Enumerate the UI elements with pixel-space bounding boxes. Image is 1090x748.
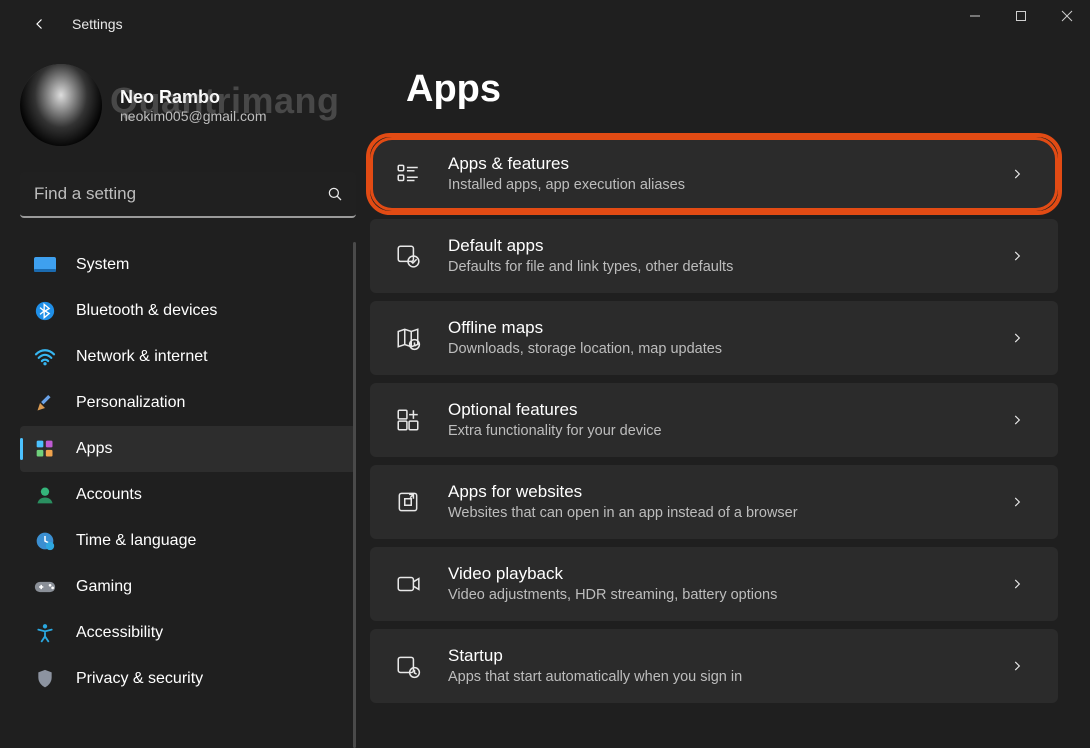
- window-controls: [952, 0, 1090, 32]
- chevron-right-icon: [1004, 653, 1030, 679]
- gaming-icon: [34, 576, 56, 598]
- apps-features-icon: [394, 160, 422, 188]
- main: Apps Apps & featuresInstalled apps, app …: [370, 48, 1090, 748]
- settings-item-apps-for-websites[interactable]: Apps for websitesWebsites that can open …: [370, 465, 1058, 539]
- sidebar-item-label: System: [76, 256, 129, 274]
- minimize-icon: [969, 10, 981, 22]
- chevron-right-icon: [1004, 571, 1030, 597]
- sidebar-item-label: Accessibility: [76, 624, 163, 642]
- search-input[interactable]: [32, 183, 326, 205]
- sidebar-item-time-language[interactable]: Time & language: [20, 518, 356, 564]
- settings-item-subtitle: Websites that can open in an app instead…: [448, 503, 978, 523]
- chevron-right-icon: [1004, 325, 1030, 351]
- sidebar-item-network-internet[interactable]: Network & internet: [20, 334, 356, 380]
- sidebar-scrollbar[interactable]: [353, 242, 356, 748]
- settings-item-title: Offline maps: [448, 317, 978, 339]
- app-title: Settings: [72, 16, 123, 32]
- sidebar-item-label: Gaming: [76, 578, 132, 596]
- profile[interactable]: Quantrimang Neo Rambo neokim005@gmail.co…: [20, 64, 356, 146]
- sidebar-item-apps[interactable]: Apps: [20, 426, 356, 472]
- settings-cards: Apps & featuresInstalled apps, app execu…: [370, 137, 1058, 707]
- settings-item-title: Startup: [448, 645, 978, 667]
- startup-icon: [394, 652, 422, 680]
- sidebar-item-label: Privacy & security: [76, 670, 203, 688]
- sidebar-item-label: Network & internet: [76, 348, 208, 366]
- page-title: Apps: [406, 68, 1058, 111]
- user-block: Neo Rambo neokim005@gmail.com: [120, 86, 356, 124]
- settings-item-title: Apps for websites: [448, 481, 978, 503]
- user-email: neokim005@gmail.com: [120, 108, 356, 124]
- settings-item-apps-features[interactable]: Apps & featuresInstalled apps, app execu…: [370, 137, 1058, 211]
- sidebar-item-personalization[interactable]: Personalization: [20, 380, 356, 426]
- chevron-right-icon: [1004, 243, 1030, 269]
- nav-wrap: System Bluetooth & devices Network & inter…: [20, 242, 356, 748]
- sidebar-item-label: Time & language: [76, 532, 196, 550]
- sidebar-item-privacy-security[interactable]: Privacy & security: [20, 656, 356, 702]
- user-name: Neo Rambo: [120, 86, 356, 108]
- settings-item-video-playback[interactable]: Video playbackVideo adjustments, HDR str…: [370, 547, 1058, 621]
- minimize-button[interactable]: [952, 0, 998, 32]
- back-arrow-icon: [31, 15, 49, 33]
- chevron-right-icon: [1004, 407, 1030, 433]
- settings-item-startup[interactable]: StartupApps that start automatically whe…: [370, 629, 1058, 703]
- settings-item-title: Default apps: [448, 235, 978, 257]
- offline-maps-icon: [394, 324, 422, 352]
- sidebar-item-label: Apps: [76, 440, 112, 458]
- sidebar-item-label: Bluetooth & devices: [76, 302, 217, 320]
- apps-websites-icon: [394, 488, 422, 516]
- accounts-icon: [34, 484, 56, 506]
- settings-item-optional-features[interactable]: Optional featuresExtra functionality for…: [370, 383, 1058, 457]
- settings-item-subtitle: Apps that start automatically when you s…: [448, 667, 978, 687]
- settings-item-title: Optional features: [448, 399, 978, 421]
- body: Quantrimang Neo Rambo neokim005@gmail.co…: [0, 48, 1090, 748]
- personalization-icon: [34, 392, 56, 414]
- titlebar: Settings: [0, 0, 1090, 48]
- optional-features-icon: [394, 406, 422, 434]
- chevron-right-icon: [1004, 489, 1030, 515]
- chevron-right-icon: [1004, 161, 1030, 187]
- privacy-icon: [34, 668, 56, 690]
- avatar: [20, 64, 102, 146]
- sidebar-item-accounts[interactable]: Accounts: [20, 472, 356, 518]
- sidebar-item-system[interactable]: System: [20, 242, 356, 288]
- default-apps-icon: [394, 242, 422, 270]
- search-icon: [326, 185, 344, 203]
- maximize-icon: [1015, 10, 1027, 22]
- wifi-icon: [34, 346, 56, 368]
- settings-item-subtitle: Defaults for file and link types, other …: [448, 257, 978, 277]
- nav-list: System Bluetooth & devices Network & inter…: [20, 242, 356, 702]
- sidebar: Quantrimang Neo Rambo neokim005@gmail.co…: [0, 48, 370, 748]
- video-playback-icon: [394, 570, 422, 598]
- settings-window: Settings Quantrimang Neo Rambo neokim005…: [0, 0, 1090, 748]
- settings-item-subtitle: Downloads, storage location, map updates: [448, 339, 978, 359]
- search-field[interactable]: [20, 172, 356, 218]
- sidebar-item-label: Accounts: [76, 486, 142, 504]
- bluetooth-icon: [34, 300, 56, 322]
- settings-item-offline-maps[interactable]: Offline mapsDownloads, storage location,…: [370, 301, 1058, 375]
- time-language-icon: [34, 530, 56, 552]
- settings-item-default-apps[interactable]: Default appsDefaults for file and link t…: [370, 219, 1058, 293]
- apps-icon: [34, 438, 56, 460]
- settings-item-title: Video playback: [448, 563, 978, 585]
- maximize-button[interactable]: [998, 0, 1044, 32]
- settings-item-subtitle: Video adjustments, HDR streaming, batter…: [448, 585, 978, 605]
- close-icon: [1061, 10, 1073, 22]
- sidebar-item-label: Personalization: [76, 394, 185, 412]
- settings-item-subtitle: Extra functionality for your device: [448, 421, 978, 441]
- settings-item-subtitle: Installed apps, app execution aliases: [448, 175, 978, 195]
- system-icon: [34, 254, 56, 276]
- sidebar-item-bluetooth-devices[interactable]: Bluetooth & devices: [20, 288, 356, 334]
- sidebar-item-gaming[interactable]: Gaming: [20, 564, 356, 610]
- accessibility-icon: [34, 622, 56, 644]
- sidebar-item-accessibility[interactable]: Accessibility: [20, 610, 356, 656]
- close-button[interactable]: [1044, 0, 1090, 32]
- back-button[interactable]: [24, 8, 56, 40]
- settings-item-title: Apps & features: [448, 153, 978, 175]
